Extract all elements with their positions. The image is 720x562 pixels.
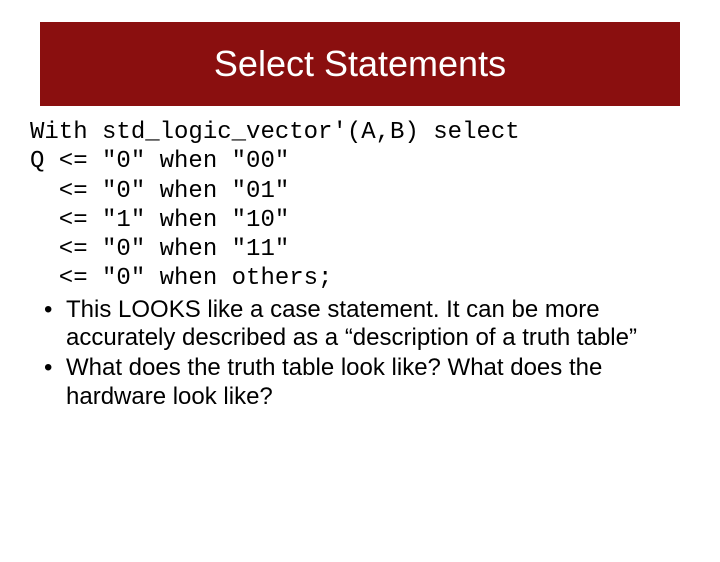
code-line-1: With std_logic_vector'(A,B) select [30,119,520,146]
code-line-5: <= "0" when "11" [30,236,289,263]
slide-title: Select Statements [214,43,506,85]
bullet-list: This LOOKS like a case statement. It can… [30,296,690,411]
code-line-6: <= "0" when others; [30,265,332,292]
title-bar: Select Statements [40,22,680,106]
bullet-item: What does the truth table look like? Wha… [36,354,690,411]
code-line-4: <= "1" when "10" [30,207,289,234]
slide-content: With std_logic_vector'(A,B) select Q <= … [0,106,720,411]
code-block: With std_logic_vector'(A,B) select Q <= … [30,118,690,294]
code-line-2: Q <= "0" when "00" [30,148,289,175]
code-line-3: <= "0" when "01" [30,178,289,205]
bullet-item: This LOOKS like a case statement. It can… [36,296,690,353]
